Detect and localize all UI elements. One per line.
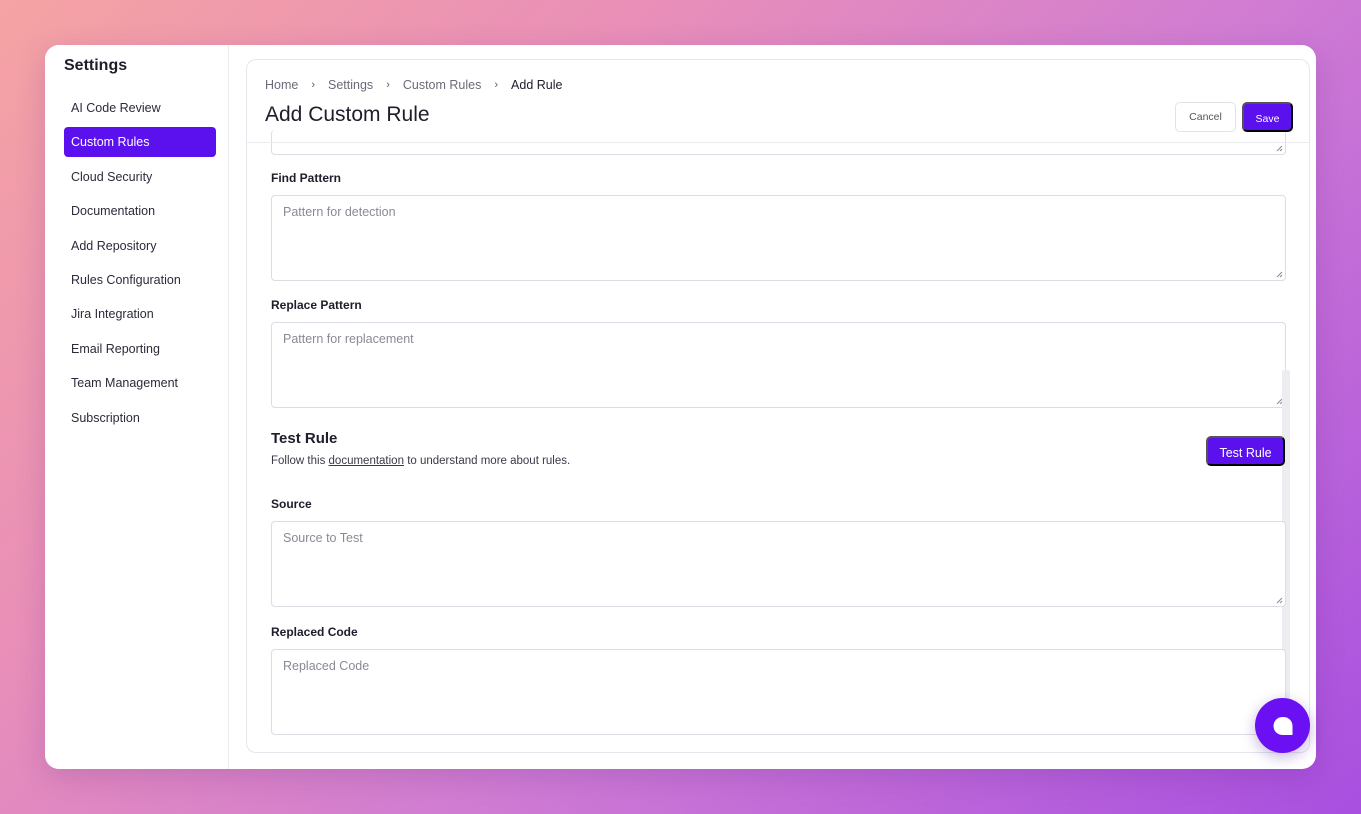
resize-handle-icon[interactable] [1275,144,1283,152]
test-rule-desc-prefix: Follow this [271,455,326,467]
settings-window: Settings AI Code Review Custom Rules Clo… [45,45,1316,769]
save-button[interactable]: Save [1242,102,1293,132]
replaced-code-input[interactable]: Replaced Code [271,649,1286,735]
sidebar-item-subscription[interactable]: Subscription [64,403,216,433]
breadcrumb: Home › Settings › Custom Rules › Add Rul… [265,78,562,92]
chevron-right-icon: › [494,79,499,91]
sidebar-item-jira-integration[interactable]: Jira Integration [64,299,216,329]
cancel-button[interactable]: Cancel [1175,102,1236,132]
source-placeholder: Source to Test [283,531,363,545]
breadcrumb-settings[interactable]: Settings [328,78,373,92]
page-title: Add Custom Rule [265,103,430,126]
test-rule-description: Follow this documentation to understand … [271,455,570,467]
sidebar-item-ai-code-review[interactable]: AI Code Review [64,93,216,123]
sidebar-item-email-reporting[interactable]: Email Reporting [64,334,216,364]
sidebar: Settings AI Code Review Custom Rules Clo… [45,45,229,769]
test-rule-title: Test Rule [271,430,338,447]
sidebar-item-custom-rules[interactable]: Custom Rules [64,127,216,158]
sidebar-item-cloud-security[interactable]: Cloud Security [64,162,216,192]
replace-pattern-input[interactable]: Pattern for replacement [271,322,1286,408]
chat-launcher-button[interactable] [1255,698,1310,753]
breadcrumb-custom-rules[interactable]: Custom Rules [403,78,482,92]
sidebar-item-rules-configuration[interactable]: Rules Configuration [64,265,216,295]
sidebar-item-add-repository[interactable]: Add Repository [64,231,216,261]
sidebar-title: Settings [64,57,128,74]
main-card: Home › Settings › Custom Rules › Add Rul… [246,59,1310,753]
sidebar-item-team-management[interactable]: Team Management [64,368,216,398]
test-rule-button[interactable]: Test Rule [1206,436,1285,466]
test-rule-desc-suffix: to understand more about rules. [407,455,571,467]
find-pattern-input[interactable]: Pattern for detection [271,195,1286,281]
chat-icon [1273,716,1292,735]
header-divider [247,142,1309,143]
find-pattern-placeholder: Pattern for detection [283,205,396,219]
breadcrumb-add-rule: Add Rule [511,78,563,92]
documentation-link[interactable]: documentation [329,455,404,467]
replace-pattern-label: Replace Pattern [271,298,362,312]
source-input[interactable]: Source to Test [271,521,1286,607]
replaced-code-label: Replaced Code [271,625,358,639]
sidebar-nav: AI Code Review Custom Rules Cloud Securi… [64,93,216,437]
replace-pattern-placeholder: Pattern for replacement [283,332,414,346]
breadcrumb-home[interactable]: Home [265,78,298,92]
resize-handle-icon[interactable] [1275,270,1283,278]
chevron-right-icon: › [386,79,390,91]
chevron-right-icon: › [311,79,316,91]
source-label: Source [271,497,312,511]
resize-handle-icon[interactable] [1275,596,1283,604]
sidebar-item-documentation[interactable]: Documentation [64,196,216,226]
replaced-code-placeholder: Replaced Code [283,659,370,673]
find-pattern-label: Find Pattern [271,171,342,185]
